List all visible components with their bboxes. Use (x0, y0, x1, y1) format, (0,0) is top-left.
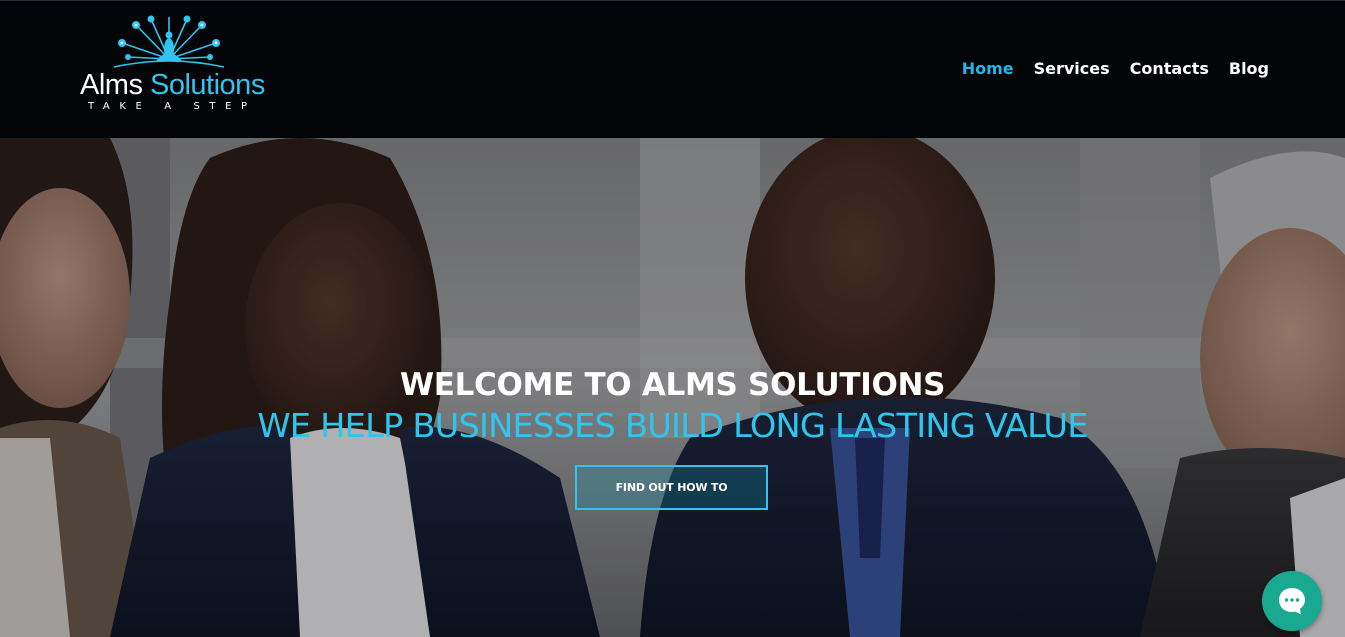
site-logo[interactable]: Alms Solutions TAKE A STEP (80, 15, 270, 117)
hero-subtitle: WE HELP BUSINESSES BUILD LONG LASTING VA… (257, 406, 1088, 445)
logo-wordmark: Alms Solutions (80, 69, 265, 102)
chat-bubble-icon (1279, 588, 1305, 615)
site-header: Alms Solutions TAKE A STEP Home Services… (0, 0, 1345, 138)
nav-contacts[interactable]: Contacts (1130, 59, 1209, 78)
nav-home[interactable]: Home (962, 59, 1014, 78)
page: Alms Solutions TAKE A STEP Home Services… (0, 0, 1345, 637)
hero-section: WELCOME TO ALMS SOLUTIONS WE HELP BUSINE… (0, 138, 1345, 637)
logo-name-part1: Alms (80, 69, 143, 101)
chat-widget-button[interactable] (1262, 571, 1322, 631)
hero-content: WELCOME TO ALMS SOLUTIONS WE HELP BUSINE… (0, 366, 1345, 448)
logo-tagline: TAKE A STEP (88, 101, 257, 112)
nav-blog[interactable]: Blog (1229, 59, 1269, 78)
peacock-logo-icon (113, 15, 225, 68)
nav-services[interactable]: Services (1034, 59, 1110, 78)
hero-title: WELCOME TO ALMS SOLUTIONS (399, 367, 946, 403)
logo-name-part2: Solutions (150, 69, 265, 101)
main-nav: Home Services Contacts Blog (962, 59, 1269, 78)
find-out-how-button[interactable]: FIND OUT HOW TO (575, 465, 768, 510)
